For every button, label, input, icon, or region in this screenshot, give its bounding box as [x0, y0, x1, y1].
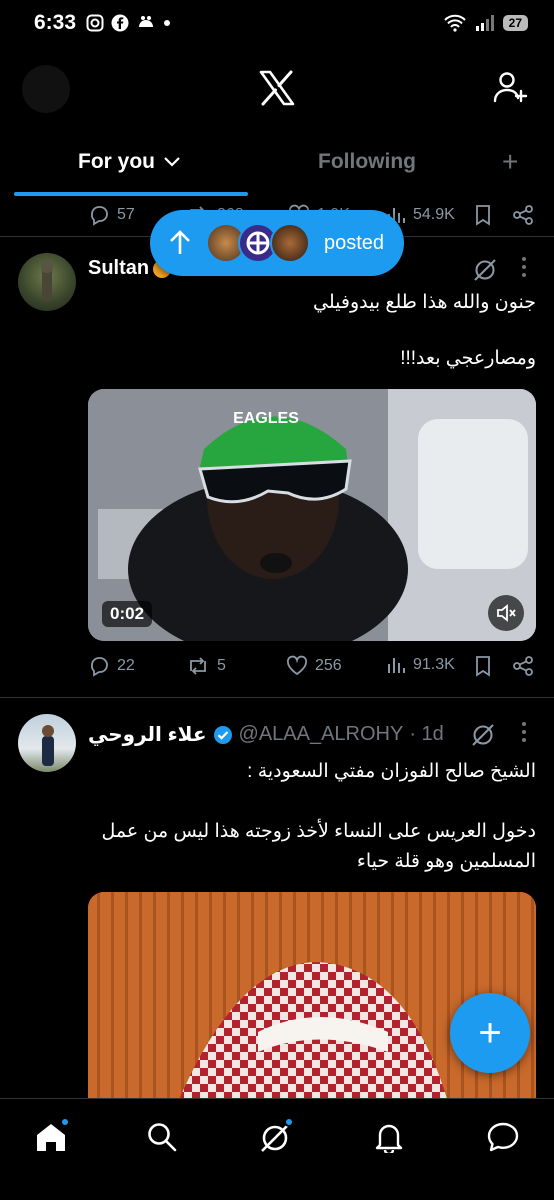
notification-icons	[86, 14, 171, 32]
author-handle: @ALAA_ALROHY	[238, 723, 404, 745]
avatar	[270, 223, 310, 263]
instagram-icon	[86, 14, 104, 32]
author-name-text: علاء الروحي	[88, 724, 207, 746]
repost-icon	[190, 657, 206, 675]
app-notification-icon	[139, 16, 154, 27]
system-nav-area	[0, 1178, 554, 1200]
reply-count: 22	[117, 657, 135, 674]
views-count: 91.3K	[413, 656, 455, 673]
top-header	[0, 46, 554, 138]
x-logo-icon[interactable]	[258, 70, 296, 106]
status-bar: 6:33 27	[0, 0, 554, 46]
heart-icon	[286, 655, 308, 676]
tab-for-you[interactable]: For you	[78, 150, 181, 174]
tweet-text-line: دخول العريس على النساء لأخذ زوجته هذا لي…	[101, 821, 536, 842]
tweet-time: · 1d	[409, 723, 444, 745]
chevron-down-icon[interactable]	[163, 156, 181, 168]
like-count: 256	[315, 657, 342, 674]
more-options-icon[interactable]	[520, 720, 528, 750]
pill-avatars	[206, 223, 310, 263]
profile-avatar-button[interactable]	[22, 65, 70, 113]
nav-notifications[interactable]	[374, 1121, 404, 1158]
mute-button[interactable]	[488, 595, 524, 631]
avatar-figure	[41, 261, 53, 301]
video-timestamp: 0:02	[102, 601, 153, 627]
avatar-figure	[42, 725, 54, 766]
dot-icon	[164, 20, 171, 26]
repost-count: 5	[217, 657, 226, 674]
more-options-icon[interactable]	[520, 255, 528, 285]
wifi-icon	[443, 14, 466, 32]
bottom-navigation	[0, 1098, 554, 1178]
share-icon[interactable]	[512, 204, 534, 226]
system-icons: 27	[443, 14, 528, 32]
share-icon[interactable]	[512, 655, 534, 677]
author-name-text: Sultan	[88, 257, 150, 279]
nav-search[interactable]	[146, 1121, 178, 1158]
tweet-text-line: المسلمين وهو قلة حياء	[356, 851, 536, 872]
tweet-text-line: ومصارعجي بعد!!!	[400, 348, 536, 369]
avatar[interactable]	[18, 253, 76, 311]
search-icon	[148, 1123, 177, 1152]
reply-icon	[91, 206, 108, 226]
nav-grok[interactable]	[258, 1117, 294, 1160]
tweet-video[interactable]: EAGLES 0:02	[88, 389, 536, 641]
new-posts-pill[interactable]: posted	[150, 210, 404, 276]
views-button[interactable]: 91.3K	[386, 655, 455, 675]
notification-dot	[284, 1117, 294, 1127]
repost-button[interactable]: 5	[186, 655, 226, 677]
grok-icon[interactable]	[470, 722, 496, 748]
nav-messages[interactable]	[486, 1121, 520, 1158]
nav-home[interactable]	[34, 1117, 70, 1158]
reply-count: 57	[117, 206, 135, 223]
grok-icon[interactable]	[472, 257, 498, 283]
bell-icon	[375, 1124, 403, 1156]
views-icon	[388, 658, 405, 673]
signal-icon	[475, 15, 494, 31]
tweet-actions: 22 5 256 91.3K	[0, 655, 554, 685]
add-user-icon[interactable]	[492, 70, 528, 106]
arrow-up-icon	[170, 230, 190, 254]
messages-icon	[487, 1122, 519, 1152]
add-tab-button[interactable]: +	[502, 146, 518, 178]
tweet-author-name[interactable]: علاء الروحي @ALAA_ALROHY · 1d	[88, 722, 444, 747]
reply-button[interactable]: 22	[88, 655, 135, 677]
battery-indicator: 27	[502, 15, 528, 31]
bookmark-icon[interactable]	[474, 655, 492, 677]
timeline-tabs: For you Following +	[0, 140, 554, 196]
tweet-sultan[interactable]: Sultan جنون والله هذا طلع بيدوفيلي ومصار…	[0, 237, 554, 697]
pill-label: posted	[324, 231, 385, 254]
notification-dot	[60, 1117, 70, 1127]
tab-for-you-label: For you	[78, 150, 155, 173]
like-button[interactable]: 256	[286, 655, 342, 677]
bookmark-icon[interactable]	[474, 204, 492, 226]
status-time: 6:33	[34, 11, 77, 34]
tweet-text-line: جنون والله هذا طلع بيدوفيلي	[313, 292, 536, 313]
video-thumbnail: EAGLES	[88, 389, 536, 641]
verified-badge-icon	[213, 725, 232, 744]
mute-icon	[497, 604, 516, 622]
tab-following[interactable]: Following	[318, 150, 416, 174]
avatar[interactable]	[18, 714, 76, 772]
views-count: 54.9K	[413, 206, 455, 223]
tweet-text-line: الشيخ صالح الفوزان مفتي السعودية :	[247, 761, 536, 782]
cap-text: EAGLES	[233, 410, 299, 427]
facebook-icon	[111, 14, 129, 32]
compose-button[interactable]: +	[450, 993, 530, 1073]
reply-icon	[91, 657, 108, 677]
reply-button[interactable]: 57	[88, 204, 135, 226]
